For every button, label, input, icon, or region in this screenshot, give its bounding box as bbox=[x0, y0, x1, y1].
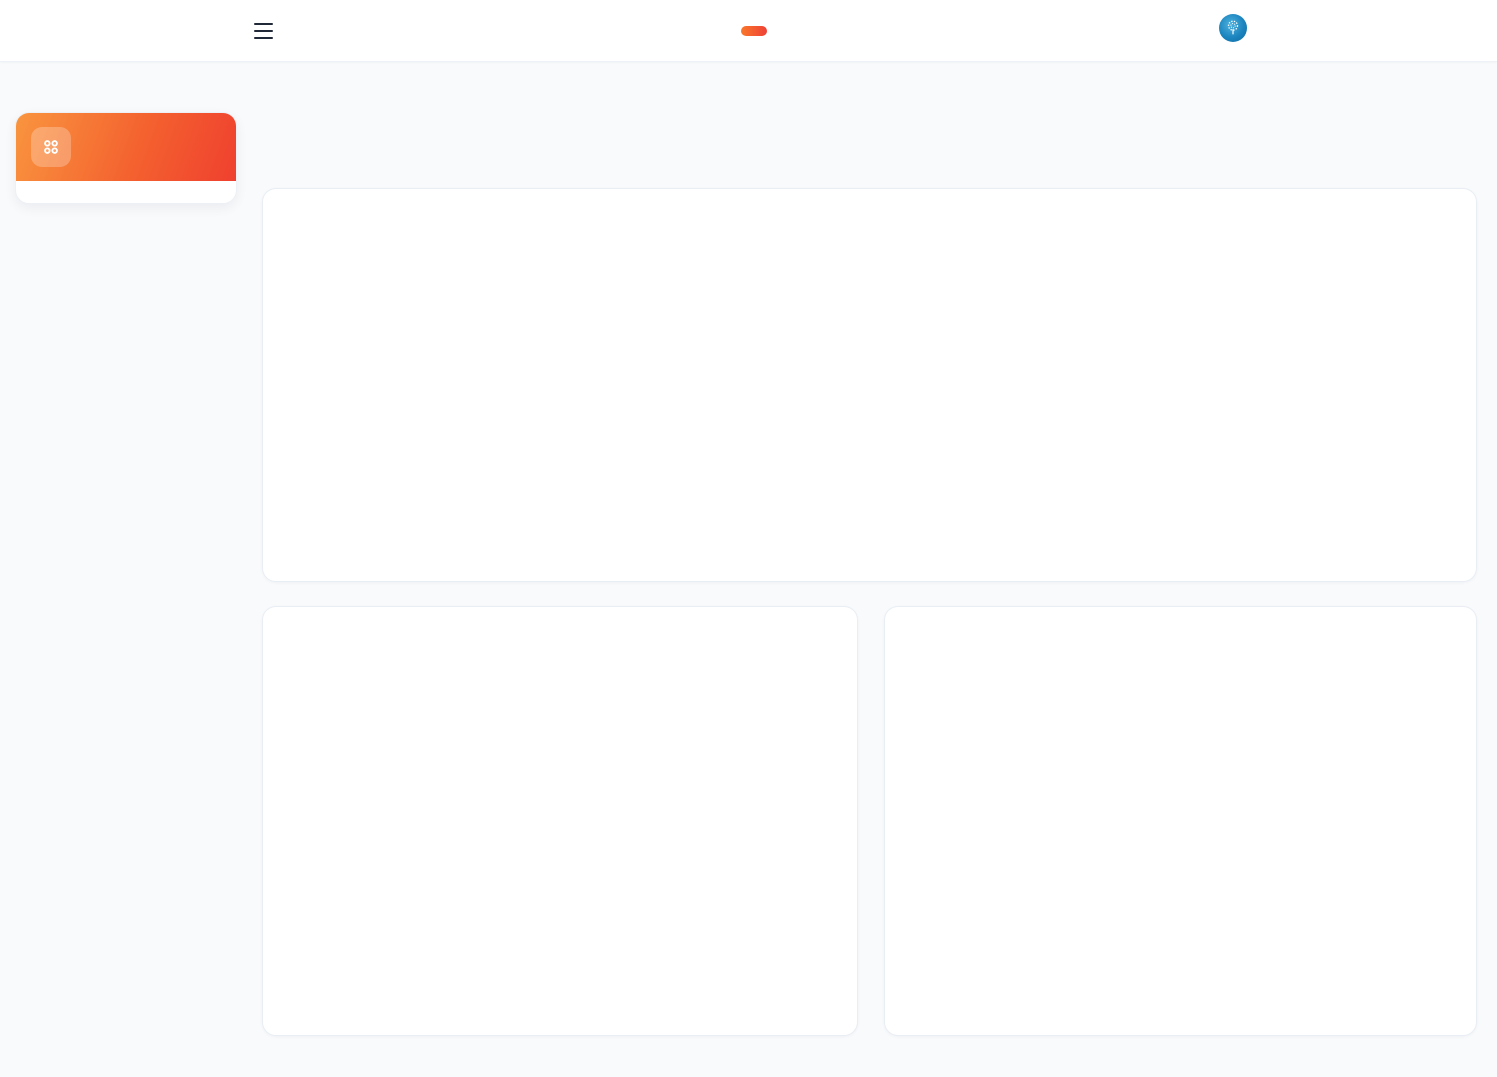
hamburger-menu-icon[interactable] bbox=[254, 23, 273, 39]
orders-chart-card bbox=[262, 606, 858, 1036]
revenue-area-chart bbox=[287, 239, 1454, 537]
donut-hole bbox=[963, 707, 1051, 795]
brand bbox=[0, 0, 1497, 62]
admin-badge bbox=[741, 26, 767, 36]
grid-icon bbox=[31, 127, 71, 167]
sidebar bbox=[15, 112, 237, 204]
donut-row bbox=[913, 681, 1448, 821]
bottom-row bbox=[262, 606, 1477, 1036]
b2b-b2c-card bbox=[884, 606, 1477, 1036]
topbar bbox=[0, 0, 1497, 62]
sidebar-header bbox=[16, 113, 236, 181]
donut-chart bbox=[937, 681, 1077, 821]
sidebar-nav bbox=[16, 181, 236, 203]
tree-logo-icon bbox=[1223, 18, 1243, 38]
orders-bar-chart bbox=[291, 657, 831, 909]
avatar[interactable] bbox=[1219, 14, 1247, 42]
page-head bbox=[262, 128, 1477, 135]
main-content bbox=[262, 128, 1477, 1036]
revenue-chart-card bbox=[262, 188, 1477, 582]
